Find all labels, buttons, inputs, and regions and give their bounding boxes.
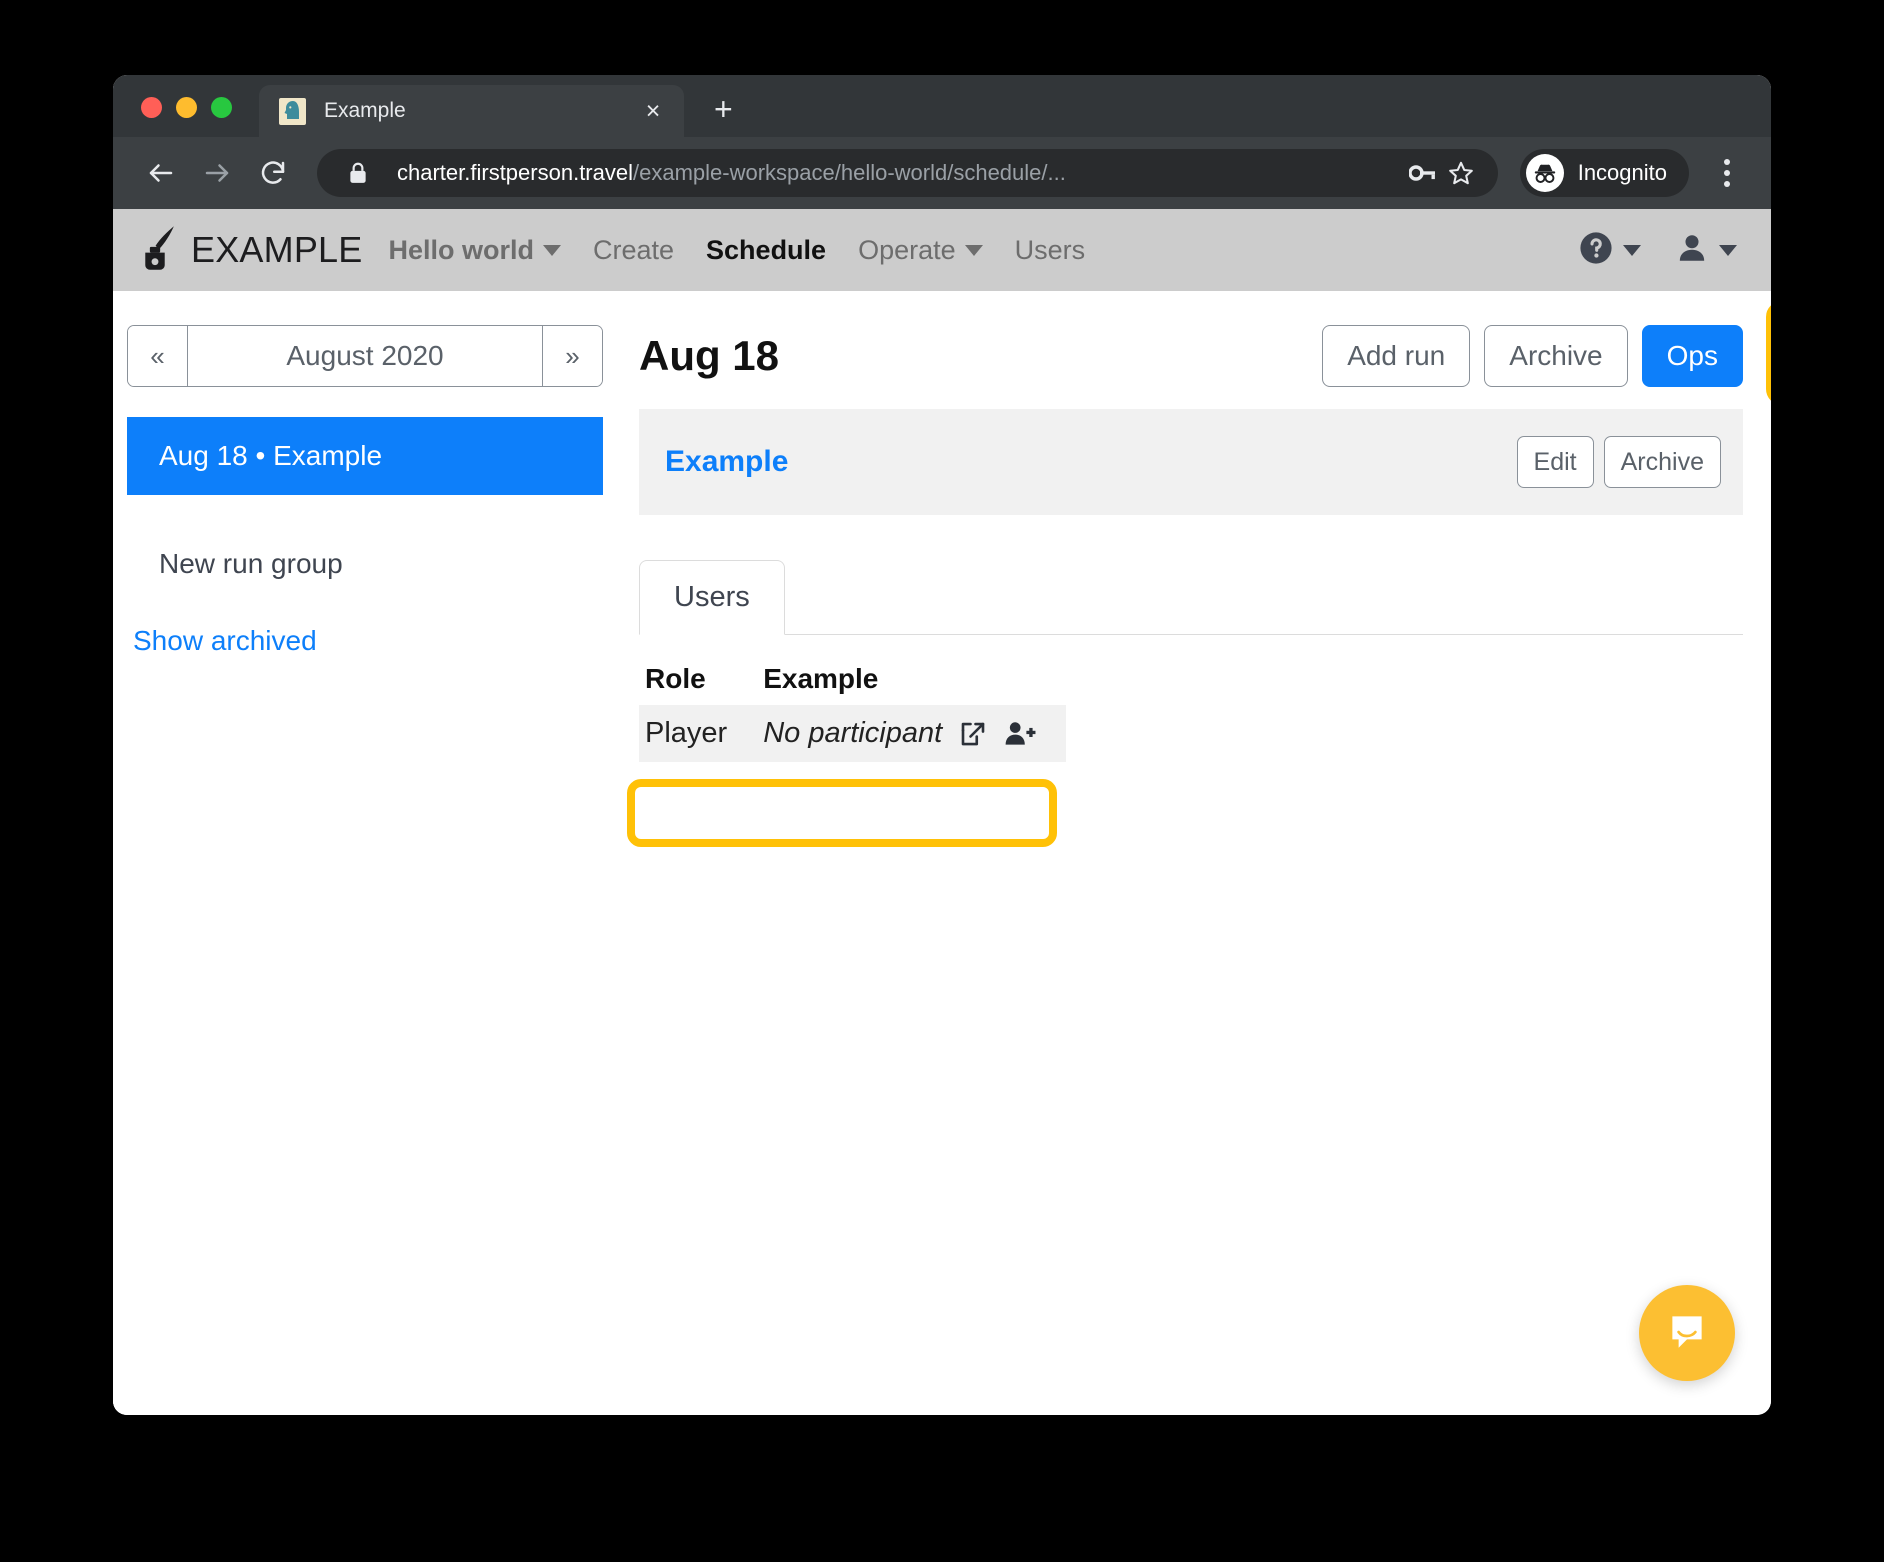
current-month-label: August 2020 <box>286 340 444 371</box>
address-bar[interactable]: charter.firstperson.travel/example-works… <box>317 149 1498 197</box>
address-bar-url: charter.firstperson.travel/example-works… <box>397 160 1404 186</box>
nav-item-create-label: Create <box>592 234 675 265</box>
incognito-label: Incognito <box>1577 160 1667 185</box>
nav-item-users[interactable]: Users <box>1015 235 1086 266</box>
brand-home-link[interactable]: EXAMPLE <box>139 224 362 277</box>
participant-value: No participant <box>763 717 943 749</box>
kebab-menu-icon[interactable] <box>1707 149 1747 197</box>
ops-button[interactable]: Ops <box>1641 325 1743 387</box>
chess-knight-icon <box>279 97 306 125</box>
browser-tab-title: Example <box>324 99 406 122</box>
address-bar-path: /example-workspace/hello-world/schedule/… <box>632 160 1066 185</box>
brand-name: EXAMPLE <box>191 229 363 270</box>
nav-item-schedule-label: Schedule <box>706 234 827 265</box>
user-avatar-icon <box>1675 231 1709 270</box>
run-archive-button[interactable]: Archive <box>1603 436 1721 488</box>
header-action-buttons: Add run Archive Ops <box>1322 325 1743 387</box>
workspace-dropdown[interactable]: Hello world <box>388 235 561 266</box>
run-card-title-link[interactable]: Example <box>665 445 788 479</box>
schedule-sidebar: « August 2020 » Aug 18 • Example New run… <box>113 291 625 1415</box>
column-header-role: Role <box>645 663 706 694</box>
workspace-label: Hello world <box>388 234 534 265</box>
back-arrow-icon[interactable] <box>137 149 185 197</box>
run-card: Example Edit Archive <box>639 409 1743 515</box>
chat-bubble-icon <box>1664 1308 1710 1359</box>
add-person-icon[interactable] <box>1004 719 1036 749</box>
run-edit-button[interactable]: Edit <box>1516 436 1594 488</box>
key-icon[interactable] <box>1404 163 1442 183</box>
main-header: Aug 18 Add run Archive Ops <box>639 317 1743 395</box>
minimize-window-button[interactable] <box>176 97 197 118</box>
lock-icon <box>339 161 377 185</box>
nav-item-schedule[interactable]: Schedule <box>706 235 826 266</box>
address-bar-host: charter.firstperson.travel <box>397 160 633 185</box>
participant-group: No participant <box>763 717 1036 750</box>
run-group-item-aug-18[interactable]: Aug 18 • Example <box>127 417 603 495</box>
archive-button[interactable]: Archive <box>1484 325 1628 387</box>
close-window-button[interactable] <box>141 97 162 118</box>
page-content: « August 2020 » Aug 18 • Example New run… <box>113 291 1771 1415</box>
browser-tab-strip: Example × + <box>113 75 1771 137</box>
chevron-down-icon <box>542 244 561 256</box>
star-icon[interactable] <box>1442 160 1480 186</box>
nav-item-create[interactable]: Create <box>593 235 674 266</box>
close-tab-button[interactable]: × <box>638 98 668 124</box>
navbar-right-group <box>1579 231 1737 270</box>
users-table-body: Player No participant <box>639 705 1067 762</box>
app-navbar: EXAMPLE Hello world Create Schedule Oper… <box>113 209 1771 291</box>
chevron-down-icon <box>1623 244 1641 256</box>
table-row: Player No participant <box>639 705 1067 762</box>
window-traffic-lights <box>141 97 232 118</box>
show-archived-link[interactable]: Show archived <box>127 625 603 657</box>
maximize-window-button[interactable] <box>211 97 232 118</box>
column-header-example: Example <box>763 663 879 694</box>
incognito-profile-badge[interactable]: Incognito <box>1519 149 1689 197</box>
browser-tab[interactable]: Example × <box>259 85 684 137</box>
run-card-actions: Edit Archive <box>1516 436 1721 488</box>
nav-item-operate[interactable]: Operate <box>858 235 983 266</box>
page-title: Aug 18 <box>639 332 780 379</box>
cell-participant: No participant <box>757 705 1066 762</box>
run-group-label: Aug 18 • Example <box>159 440 383 471</box>
external-link-icon[interactable] <box>958 719 988 749</box>
highlight-ring-header-actions <box>1766 301 1771 405</box>
users-table: Role Example Player No participant <box>639 657 1067 762</box>
chevron-down-icon <box>964 244 983 256</box>
add-run-button[interactable]: Add run <box>1322 325 1471 387</box>
nav-item-operate-label: Operate <box>858 234 956 265</box>
inkwell-quill-icon <box>139 224 179 277</box>
month-navigator: « August 2020 » <box>127 325 603 387</box>
nav-item-users-label: Users <box>1014 234 1086 265</box>
table-header-row: Role Example <box>639 657 1066 705</box>
help-circle-icon <box>1579 231 1613 270</box>
schedule-main-panel: Aug 18 Add run Archive Ops Example Edit … <box>625 291 1771 1415</box>
browser-window: Example × + charter.firstperson.travel/e… <box>113 75 1771 1415</box>
users-table-head: Role Example <box>639 657 1066 705</box>
incognito-hat-glasses-icon <box>1525 154 1564 192</box>
chevron-down-icon <box>1719 244 1737 256</box>
run-group-label: New run group <box>159 548 343 579</box>
browser-toolbar: charter.firstperson.travel/example-works… <box>113 137 1771 209</box>
highlight-ring-player-row <box>627 779 1057 847</box>
account-menu[interactable] <box>1675 231 1737 270</box>
run-group-item-new[interactable]: New run group <box>127 525 603 603</box>
help-menu[interactable] <box>1579 231 1641 270</box>
tab-users[interactable]: Users <box>639 560 785 635</box>
reload-icon[interactable] <box>249 149 297 197</box>
next-month-button[interactable]: » <box>542 326 602 386</box>
page-viewport: EXAMPLE Hello world Create Schedule Oper… <box>113 209 1771 1415</box>
cell-role: Player <box>645 717 728 749</box>
detail-tabs: Users <box>639 559 1743 635</box>
forward-arrow-icon[interactable] <box>193 149 241 197</box>
previous-month-button[interactable]: « <box>128 326 188 386</box>
new-tab-button[interactable]: + <box>714 93 733 125</box>
intercom-launcher-button[interactable] <box>1639 1285 1735 1381</box>
